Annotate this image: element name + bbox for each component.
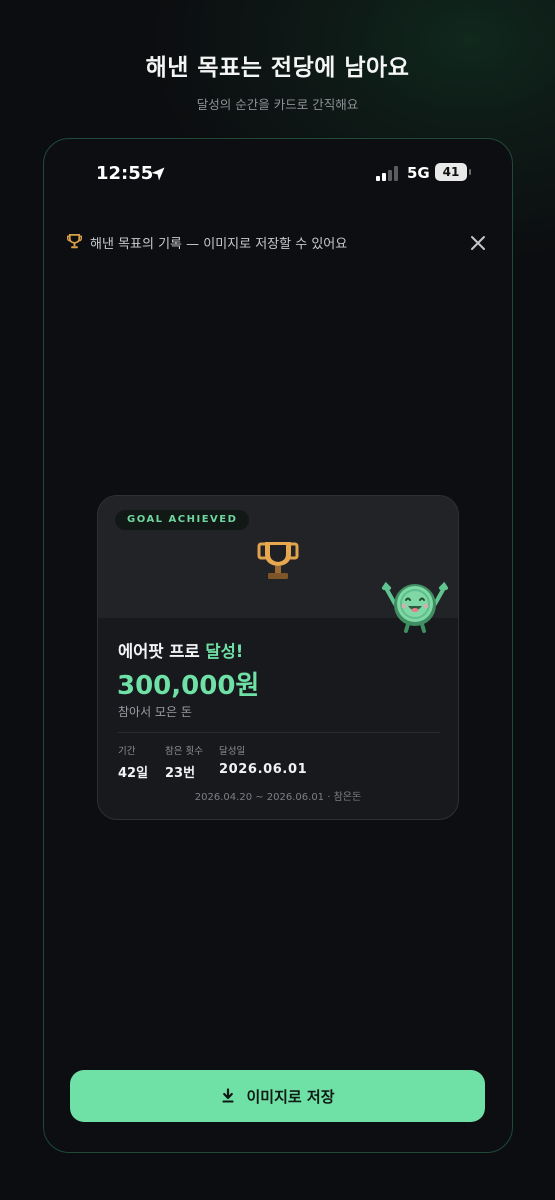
notice-text: 해낸 목표의 기록 — 이미지로 저장할 수 있어요 (90, 237, 348, 252)
goal-title: 에어팟 프로 달성! (118, 638, 243, 662)
status-bar: 12:55 5G 41 (44, 139, 512, 209)
stat-value: 23번 (165, 766, 196, 781)
battery-icon: 41 (435, 163, 467, 181)
goal-status: 달성! (205, 642, 244, 661)
battery-tip (469, 169, 471, 175)
stat-value: 42일 (118, 766, 149, 781)
signal-bars-icon (376, 166, 398, 181)
download-icon (222, 1088, 234, 1103)
coin-mascot-icon (382, 581, 448, 633)
network-type: 5G (407, 164, 430, 182)
achievement-card: GOAL ACHIEVED 에어팟 프로 달성! 300,000원 참아서 모은… (97, 495, 459, 820)
goal-achieved-badge: GOAL ACHIEVED (115, 510, 250, 530)
save-image-label: 이미지로 저장 (246, 1087, 335, 1106)
save-notice: 해낸 목표의 기록 — 이미지로 저장할 수 있어요 (66, 232, 486, 252)
phone-frame: 12:55 5G 41 해낸 목표의 기록 — 이미지로 저장할 수 있어요 G… (43, 138, 513, 1153)
stat-label: 기간 (118, 746, 136, 757)
stat-label: 참은 횟수 (165, 746, 203, 757)
stat-achieved-date: 달성일 2026.06.01 (219, 743, 307, 777)
goal-name: 에어팟 프로 (118, 642, 200, 661)
trophy-icon (66, 234, 83, 249)
goal-date-range: 2026.04.20 ~ 2026.06.01 · 참은돈 (194, 792, 362, 803)
page-subtitle: 달성의 순간을 카드로 간직해요 (196, 97, 359, 112)
stat-duration: 기간 42일 (118, 743, 148, 781)
save-image-button[interactable]: 이미지로 저장 (70, 1070, 485, 1122)
saved-amount-caption: 참아서 모은 돈 (118, 705, 192, 719)
saved-amount: 300,000원 (117, 671, 260, 701)
card-divider (118, 732, 440, 733)
stat-resist-count: 참은 횟수 23번 (165, 743, 203, 781)
status-time: 12:55 (96, 163, 154, 184)
location-arrow-icon (151, 167, 165, 181)
stat-label: 달성일 (219, 746, 246, 757)
stat-value: 2026.06.01 (219, 762, 308, 777)
page-headline: 해낸 목표는 전당에 남아요 (145, 55, 410, 81)
trophy-icon (257, 542, 299, 579)
close-icon[interactable] (467, 232, 489, 254)
